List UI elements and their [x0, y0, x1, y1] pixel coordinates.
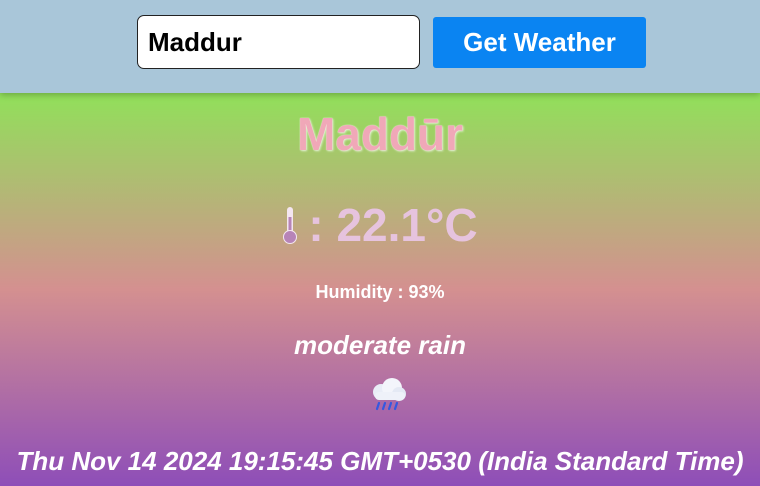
city-name: Maddūr — [296, 108, 464, 160]
temperature-value: : 22.1°C — [308, 199, 478, 251]
current-datetime: Thu Nov 14 2024 19:15:45 GMT+0530 (India… — [16, 446, 744, 476]
thermometer-icon — [282, 205, 298, 245]
city-search-input[interactable] — [137, 15, 420, 69]
temperature-row: : 22.1°C — [0, 198, 760, 252]
humidity-text: Humidity : 93% — [315, 282, 445, 302]
weather-description: moderate rain — [294, 330, 466, 360]
weather-panel: Maddūr : 22.1°C Humidity : 93% moderate … — [0, 93, 760, 486]
get-weather-button[interactable]: Get Weather — [433, 17, 646, 68]
rain-cloud-icon — [367, 376, 409, 412]
search-bar: Get Weather — [0, 0, 760, 93]
